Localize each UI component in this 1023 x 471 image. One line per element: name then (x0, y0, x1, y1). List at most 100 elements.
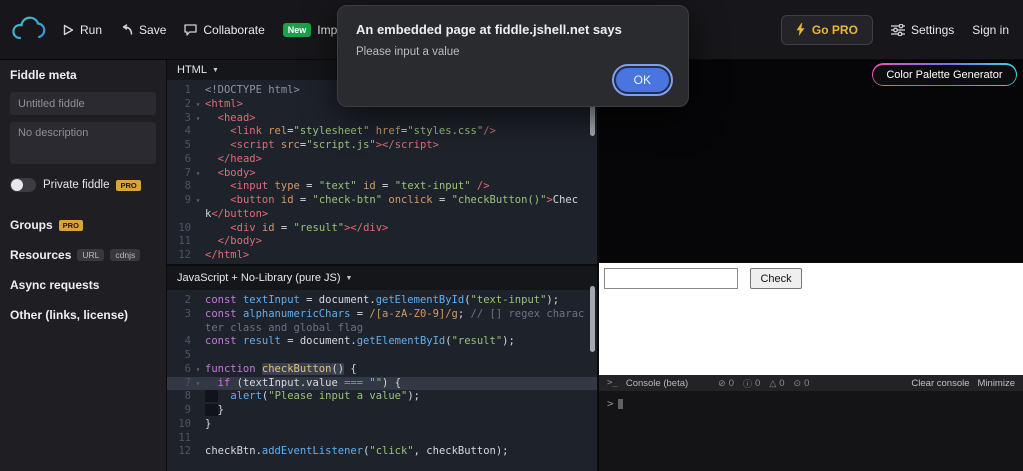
ok-button[interactable]: OK (611, 64, 674, 96)
settings-button[interactable]: Settings (890, 23, 954, 37)
code-line[interactable]: 4 const result = document.getElementById(… (167, 335, 597, 349)
save-label: Save (139, 22, 167, 37)
warning-count: △ 0 (769, 377, 784, 390)
javascript-code-editor[interactable]: 2 const textInput = document.getElementBy… (167, 290, 597, 459)
jsfiddle-app: Run Save Collaborate New Import Go PRO S… (0, 0, 1023, 471)
fold-icon[interactable]: ▾ (191, 98, 205, 112)
line-number: 10 (178, 417, 191, 430)
code-text: alert("Please input a value"); (205, 390, 420, 404)
console-body[interactable]: > (599, 391, 1023, 471)
sidebar-item-async-requests[interactable]: Async requests (10, 278, 156, 292)
play-icon (63, 24, 74, 35)
code-line[interactable]: 12 </html> (167, 249, 597, 263)
sidebar-item-groups[interactable]: Groups PRO (10, 218, 156, 232)
line-number: 7 (184, 376, 191, 389)
code-text: <!DOCTYPE html> (205, 84, 300, 96)
chevron-down-icon: ▼ (345, 274, 353, 282)
cloud-logo-icon (12, 16, 46, 39)
line-number: 8 (184, 180, 191, 193)
javascript-editor-scrollbar[interactable] (590, 286, 595, 352)
sign-in-button[interactable]: Sign in (972, 23, 1009, 37)
collaborate-button[interactable]: Collaborate (184, 22, 265, 37)
javascript-panel-header[interactable]: JavaScript + No-Library (pure JS) ▼ (167, 266, 597, 290)
code-text: const result = document.getElementById("… (205, 335, 515, 348)
sidebar-item-other[interactable]: Other (links, license) (10, 308, 156, 322)
private-fiddle-toggle[interactable] (10, 178, 36, 192)
fold-icon[interactable]: ▾ (191, 167, 205, 181)
code-line[interactable]: ter class and global flag (167, 322, 597, 336)
code-text: <div id = "result"></div> (230, 221, 389, 234)
code-line[interactable]: 4 <link rel="stylesheet" href="styles.cs… (167, 125, 597, 139)
line-number: 5 (184, 139, 191, 151)
line-number: 2 (184, 294, 191, 306)
line-number: 5 (184, 349, 191, 361)
jsfiddle-logo[interactable] (10, 15, 48, 45)
code-line[interactable]: 5 (167, 349, 597, 363)
fiddle-title-input[interactable] (10, 92, 156, 115)
result-text-input[interactable] (604, 268, 738, 289)
fiddle-description-input[interactable] (10, 122, 156, 164)
resources-label: Resources (10, 248, 72, 262)
collaborate-label: Collaborate (203, 22, 265, 37)
line-number: 6 (184, 152, 191, 165)
code-line[interactable]: 3 const alphanumericChars = /[a-zA-Z0-9]/… (167, 308, 597, 322)
code-line[interactable]: 5 <script src="script.js"></script> (167, 139, 597, 153)
save-button[interactable]: Save (120, 23, 166, 37)
log-count: ⊙ 0 (794, 377, 810, 390)
go-pro-label: Go PRO (811, 22, 858, 37)
code-line[interactable]: 6 ▾ function checkButton() { (167, 362, 597, 377)
html-code-editor[interactable]: 1 <!DOCTYPE html> 2 ▾ <html> 3 ▾ <head> 4 <link… (167, 80, 597, 263)
cdnjs-badge: cdnjs (110, 249, 141, 261)
check-button[interactable]: Check (750, 268, 802, 289)
code-line[interactable]: 8 alert("Please input a value"); (167, 390, 597, 404)
code-line[interactable]: 2 const textInput = document.getElementBy… (167, 294, 597, 308)
code-line[interactable]: 9 ▾ <button id = "check-btn" onclick = "c… (167, 194, 597, 208)
line-number: 1 (184, 84, 191, 96)
fold-icon[interactable]: ▾ (191, 363, 205, 377)
code-line[interactable]: 9 } (167, 404, 597, 418)
code-line[interactable]: 11 (167, 432, 597, 446)
code-line[interactable]: 7 ▾ if (textInput.value === "") { (167, 376, 597, 391)
code-line[interactable]: 10} (167, 418, 597, 432)
javascript-panel-title: JavaScript + No-Library (pure JS) (177, 272, 341, 284)
line-number: 3 (184, 307, 191, 320)
run-button[interactable]: Run (62, 23, 102, 37)
code-line[interactable]: 8 <input type = "text" id = "text-input"… (167, 180, 597, 194)
line-number: 10 (178, 221, 191, 234)
sidebar: Fiddle meta Private fiddle PRO Groups PR… (0, 60, 166, 471)
pro-badge: PRO (58, 219, 83, 231)
fold-icon[interactable]: ▾ (191, 377, 205, 391)
html-panel-title: HTML (177, 64, 207, 76)
code-text: function checkButton() { (205, 362, 357, 375)
code-line[interactable]: 3 ▾ <head> (167, 112, 597, 126)
dialog-title: An embedded page at fiddle.jshell.net sa… (356, 22, 622, 37)
sidebar-item-resources[interactable]: Resources URL cdnjs (10, 248, 156, 262)
code-text: ter class and global flag (205, 321, 364, 334)
code-line[interactable]: 7 ▾ <body> (167, 167, 597, 181)
color-palette-generator-button[interactable]: Color Palette Generator (871, 63, 1017, 86)
code-line[interactable]: 11 </body> (167, 235, 597, 249)
code-line[interactable]: k</button> (167, 208, 597, 222)
error-count-icon: ⊘ (718, 377, 726, 388)
code-text: <html> (205, 97, 243, 110)
fold-icon[interactable]: ▾ (191, 112, 205, 126)
clear-console-button[interactable]: Clear console (911, 378, 969, 389)
sliders-icon (890, 23, 905, 36)
fold-icon[interactable]: ▾ (191, 194, 205, 208)
code-text: <body> (217, 166, 256, 179)
code-line[interactable]: 6 </head> (167, 153, 597, 167)
code-line[interactable]: 10 <div id = "result"></div> (167, 222, 597, 236)
groups-label: Groups (10, 218, 53, 232)
code-line[interactable]: 12 checkBtn.addEventListener("click", che… (167, 445, 597, 459)
go-pro-button[interactable]: Go PRO (780, 14, 873, 45)
line-number: 4 (184, 125, 191, 138)
line-number: 11 (178, 235, 191, 248)
minimize-console-button[interactable]: Minimize (978, 378, 1015, 389)
code-text: if (textInput.value === "") { (217, 376, 402, 389)
